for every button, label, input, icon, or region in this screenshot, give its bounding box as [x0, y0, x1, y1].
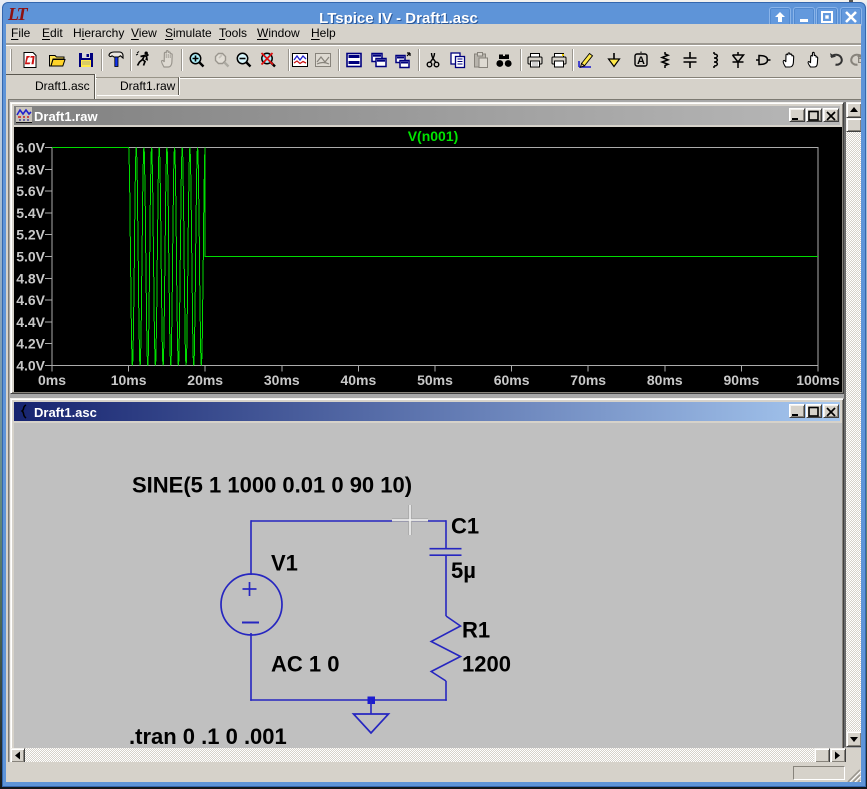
svg-text:1200: 1200 — [462, 652, 511, 677]
svg-text:4.2V: 4.2V — [16, 336, 45, 352]
svg-text:20ms: 20ms — [187, 372, 223, 388]
svg-text:5µ: 5µ — [451, 558, 476, 583]
svg-text:30ms: 30ms — [264, 372, 300, 388]
svg-text:6.0V: 6.0V — [16, 140, 45, 156]
svg-text:5.4V: 5.4V — [16, 205, 45, 221]
svg-text:4.6V: 4.6V — [16, 292, 45, 308]
svg-text:V(n001): V(n001) — [408, 128, 459, 144]
svg-text:60ms: 60ms — [494, 372, 530, 388]
svg-text:4.8V: 4.8V — [16, 270, 45, 286]
svg-text:0ms: 0ms — [38, 372, 66, 388]
svg-text:R1: R1 — [462, 618, 490, 643]
svg-text:70ms: 70ms — [570, 372, 606, 388]
svg-text:SINE(5 1 1000 0.01 0 90 10): SINE(5 1 1000 0.01 0 90 10) — [132, 473, 412, 498]
svg-text:90ms: 90ms — [723, 372, 759, 388]
svg-text:.tran 0 .1 0 .001: .tran 0 .1 0 .001 — [129, 724, 287, 749]
svg-text:100ms: 100ms — [796, 372, 840, 388]
svg-text:4.4V: 4.4V — [16, 314, 45, 330]
svg-text:50ms: 50ms — [417, 372, 453, 388]
svg-text:C1: C1 — [451, 514, 479, 539]
svg-text:40ms: 40ms — [340, 372, 376, 388]
svg-text:AC 1 0: AC 1 0 — [271, 652, 339, 677]
svg-text:5.2V: 5.2V — [16, 227, 45, 243]
svg-text:10ms: 10ms — [111, 372, 147, 388]
svg-text:V1: V1 — [271, 551, 298, 576]
svg-text:5.6V: 5.6V — [16, 183, 45, 199]
svg-text:80ms: 80ms — [647, 372, 683, 388]
svg-text:5.8V: 5.8V — [16, 161, 45, 177]
svg-text:A: A — [637, 55, 645, 67]
svg-text:5.0V: 5.0V — [16, 249, 45, 265]
